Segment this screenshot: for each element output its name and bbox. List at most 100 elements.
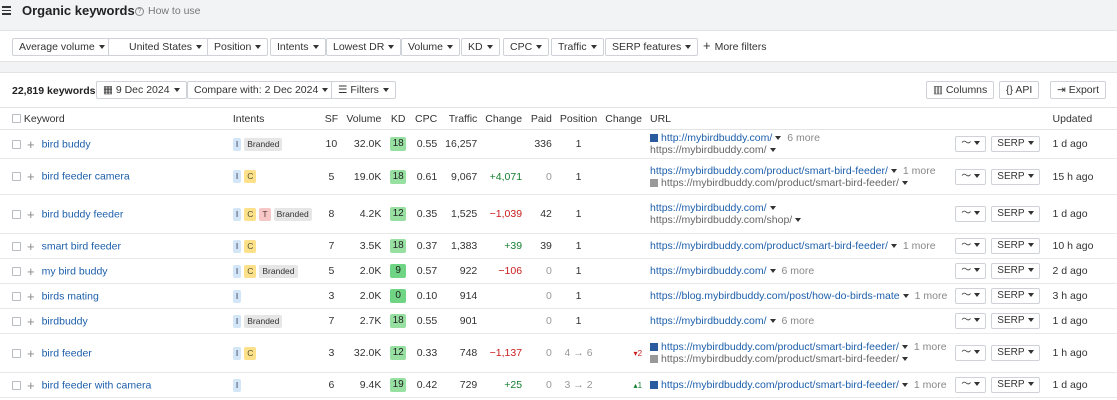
chevron-down-icon[interactable]	[775, 136, 782, 141]
row-checkbox[interactable]	[12, 241, 21, 251]
add-to-list-icon[interactable]: +	[27, 207, 35, 222]
url-link[interactable]: https://mybirdbuddy.com/product/smart-bi…	[661, 341, 899, 353]
add-to-list-icon[interactable]: +	[27, 264, 35, 279]
url-link[interactable]: https://blog.mybirdbuddy.com/post/how-do…	[650, 290, 900, 302]
row-checkbox[interactable]	[12, 380, 21, 390]
export-button[interactable]: ⇥ Export	[1050, 81, 1107, 99]
sf-cell[interactable]: 7	[320, 233, 343, 259]
chevron-down-icon[interactable]	[901, 180, 908, 185]
previous-url[interactable]: https://mybirdbuddy.com/shop/	[650, 214, 792, 226]
table-row[interactable]: + bird feeder IC 3 32.0K 12 0.33 748 −1,1…	[0, 333, 1117, 373]
sf-cell[interactable]: 8	[320, 194, 343, 234]
col-position[interactable]: Position	[555, 107, 602, 130]
table-row[interactable]: + smart bird feeder IC 7 3.5K 18 0.37 1,3…	[0, 233, 1117, 259]
more-urls-link[interactable]: 6 more	[787, 132, 820, 144]
sf-cell[interactable]: 6	[320, 372, 343, 398]
serp-button[interactable]: SERP	[991, 136, 1040, 152]
table-row[interactable]: + my bird buddy I C Branded 5 2.0K 9 0.57 9…	[0, 258, 1117, 284]
filters-button[interactable]: ☰ Filters	[331, 81, 396, 99]
sf-cell[interactable]: 5	[320, 258, 343, 284]
more-urls-link[interactable]: 1 more	[903, 240, 936, 252]
serp-button[interactable]: SERP	[991, 168, 1040, 185]
keyword-link[interactable]: bird feeder with camera	[42, 379, 152, 391]
select-all-checkbox[interactable]	[12, 114, 21, 124]
keyword-link[interactable]: bird feeder	[42, 347, 92, 359]
url-link[interactable]: https://mybirdbuddy.com/	[650, 202, 767, 214]
keyword-link[interactable]: smart bird feeder	[42, 240, 121, 252]
keyword-link[interactable]: my bird buddy	[42, 265, 108, 277]
add-to-list-icon[interactable]: +	[27, 239, 35, 254]
filter-volume[interactable]: Volume	[401, 38, 461, 56]
serp-button[interactable]: SERP	[991, 377, 1040, 393]
url-link[interactable]: https://mybirdbuddy.com/	[650, 315, 767, 327]
chevron-down-icon[interactable]	[795, 218, 802, 223]
more-urls-link[interactable]: 1 more	[914, 379, 947, 391]
filter-cpc[interactable]: CPC	[503, 38, 550, 56]
row-checkbox[interactable]	[12, 139, 21, 149]
columns-button[interactable]: ▥ Columns	[926, 81, 995, 99]
date-picker[interactable]: ▦ 9 Dec 2024	[96, 81, 187, 99]
api-button[interactable]: {} API	[999, 81, 1040, 99]
col-sf[interactable]: SF	[320, 107, 343, 130]
keyword-link[interactable]: birdbuddy	[42, 315, 88, 327]
table-row[interactable]: + birds mating I 3 2.0K 0 0.10 914 0 1 ht…	[0, 283, 1117, 309]
more-urls-link[interactable]: 1 more	[915, 290, 948, 302]
col-position-change[interactable]: Change	[601, 107, 647, 130]
col-traffic[interactable]: Traffic	[441, 107, 482, 130]
col-updated[interactable]: Updated	[1048, 107, 1117, 130]
filter-average-volume[interactable]: Average volume	[12, 38, 112, 56]
url-link[interactable]: https://mybirdbuddy.com/product/smart-bi…	[661, 379, 899, 391]
filter-country[interactable]: United States	[108, 38, 210, 56]
serp-button[interactable]: SERP	[991, 345, 1040, 361]
row-checkbox[interactable]	[12, 291, 21, 301]
chevron-down-icon[interactable]	[769, 319, 776, 324]
trend-button[interactable]: 〜	[955, 288, 987, 304]
col-volume[interactable]: Volume	[342, 107, 386, 130]
chevron-down-icon[interactable]	[890, 168, 897, 173]
add-to-list-icon[interactable]: +	[27, 169, 35, 184]
more-urls-link[interactable]: 1 more	[903, 165, 936, 177]
url-link[interactable]: https://mybirdbuddy.com/product/smart-bi…	[650, 165, 888, 177]
chevron-down-icon[interactable]	[901, 345, 908, 350]
keyword-link[interactable]: birds mating	[42, 290, 99, 302]
row-checkbox[interactable]	[12, 172, 21, 181]
table-row[interactable]: + birdbuddy I Branded 7 2.7K 18 0.55 901 0…	[0, 308, 1117, 334]
trend-button[interactable]: 〜	[955, 136, 987, 152]
trend-button[interactable]: 〜	[955, 377, 987, 393]
chevron-down-icon[interactable]	[769, 206, 776, 211]
chevron-down-icon[interactable]	[902, 294, 909, 299]
table-row[interactable]: + bird feeder with camera I 6 9.4K 19 0.4…	[0, 372, 1117, 398]
sf-cell[interactable]: 3	[320, 283, 343, 309]
table-row[interactable]: + bird buddy I Branded 10 32.0K 18 0.55 16…	[0, 129, 1117, 159]
keyword-link[interactable]: bird buddy	[42, 138, 91, 150]
col-paid[interactable]: Paid	[526, 107, 556, 130]
col-cpc[interactable]: CPC	[410, 107, 442, 130]
serp-button[interactable]: SERP	[991, 263, 1040, 279]
add-to-list-icon[interactable]: +	[27, 314, 35, 329]
add-to-list-icon[interactable]: +	[27, 289, 35, 304]
serp-button[interactable]: SERP	[991, 238, 1040, 254]
row-checkbox[interactable]	[12, 348, 21, 358]
table-row[interactable]: + bird buddy feeder I C T Branded 8 4.2K 12 …	[0, 194, 1117, 234]
trend-button[interactable]: 〜	[955, 238, 987, 254]
filter-traffic[interactable]: Traffic	[551, 38, 604, 56]
chevron-down-icon[interactable]	[769, 269, 776, 274]
trend-button[interactable]: 〜	[955, 168, 987, 185]
more-urls-link[interactable]: 6 more	[782, 315, 815, 327]
chevron-down-icon[interactable]	[890, 244, 897, 249]
filter-lowest-dr[interactable]: Lowest DR	[326, 38, 402, 56]
sf-cell[interactable]: 10	[320, 129, 343, 159]
row-checkbox[interactable]	[12, 316, 21, 326]
previous-url[interactable]: https://mybirdbuddy.com/product/smart-bi…	[661, 353, 899, 365]
trend-button[interactable]: 〜	[955, 345, 987, 361]
col-kd[interactable]: KD	[385, 107, 411, 130]
previous-url[interactable]: https://mybirdbuddy.com/	[650, 144, 767, 156]
sf-cell[interactable]: 7	[320, 308, 343, 334]
keyword-link[interactable]: bird feeder camera	[42, 170, 130, 182]
row-checkbox[interactable]	[12, 266, 21, 276]
url-link[interactable]: https://mybirdbuddy.com/product/smart-bi…	[650, 240, 888, 252]
more-urls-link[interactable]: 6 more	[782, 265, 815, 277]
chevron-down-icon[interactable]	[901, 383, 908, 388]
compare-picker[interactable]: Compare with: 2 Dec 2024	[187, 81, 336, 99]
filter-kd[interactable]: KD	[461, 38, 500, 56]
